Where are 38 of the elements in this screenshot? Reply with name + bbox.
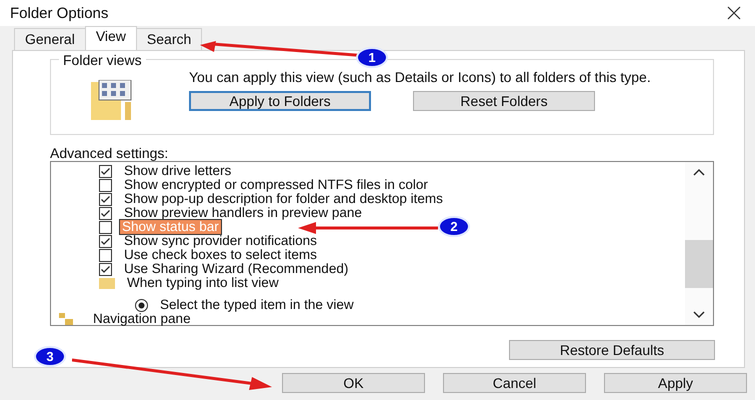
- setting-item[interactable]: Show encrypted or compressed NTFS files in color: [122, 178, 430, 192]
- setting-item[interactable]: Show sync provider notifications: [122, 234, 319, 248]
- scroll-up-icon[interactable]: [693, 168, 705, 176]
- setting-item[interactable]: When typing into list view: [125, 276, 281, 290]
- checkbox[interactable]: [99, 192, 112, 206]
- group-title: Folder views: [59, 52, 146, 68]
- checkbox[interactable]: [99, 178, 112, 192]
- setting-item[interactable]: Use check boxes to select items: [122, 248, 319, 262]
- dialog-button[interactable]: OK: [282, 373, 425, 393]
- folder-button[interactable]: Reset Folders: [413, 91, 595, 111]
- checkbox[interactable]: [99, 234, 112, 248]
- radio-button[interactable]: [135, 299, 148, 312]
- checkbox[interactable]: [99, 206, 112, 220]
- setting-item[interactable]: Show drive letters: [122, 164, 234, 178]
- dialog-button[interactable]: Cancel: [443, 373, 586, 393]
- tab[interactable]: View: [84, 26, 137, 50]
- scrollbar[interactable]: [685, 162, 713, 325]
- scroll-down-icon[interactable]: [693, 311, 705, 319]
- setting-item[interactable]: Select the typed item in the view: [158, 298, 356, 312]
- folder-button[interactable]: Apply to Folders: [189, 91, 371, 111]
- restore-defaults-button[interactable]: Restore Defaults: [509, 340, 715, 360]
- folder-icon: [99, 277, 115, 289]
- setting-item[interactable]: Show pop-up description for folder and desktop items: [122, 192, 445, 206]
- window-title: Folder Options: [10, 4, 108, 22]
- setting-item[interactable]: Navigation pane: [91, 312, 193, 326]
- checkbox[interactable]: [99, 164, 112, 178]
- tab[interactable]: General: [14, 28, 86, 50]
- checkbox[interactable]: [99, 262, 112, 276]
- section-label: Advanced settings:: [50, 145, 170, 161]
- tab[interactable]: Search: [136, 28, 202, 50]
- dialog-button[interactable]: Apply: [604, 373, 747, 393]
- description-text: You can apply this view (such as Details or Icons) to all folders of this type.: [189, 70, 652, 85]
- setting-item[interactable]: Show preview handlers in preview pane: [122, 206, 364, 220]
- checkbox[interactable]: [99, 248, 112, 262]
- navigation-icon: [59, 313, 75, 325]
- checkbox[interactable]: [99, 220, 112, 234]
- setting-item[interactable]: Use Sharing Wizard (Recommended): [122, 262, 350, 276]
- close-icon[interactable]: [727, 6, 741, 20]
